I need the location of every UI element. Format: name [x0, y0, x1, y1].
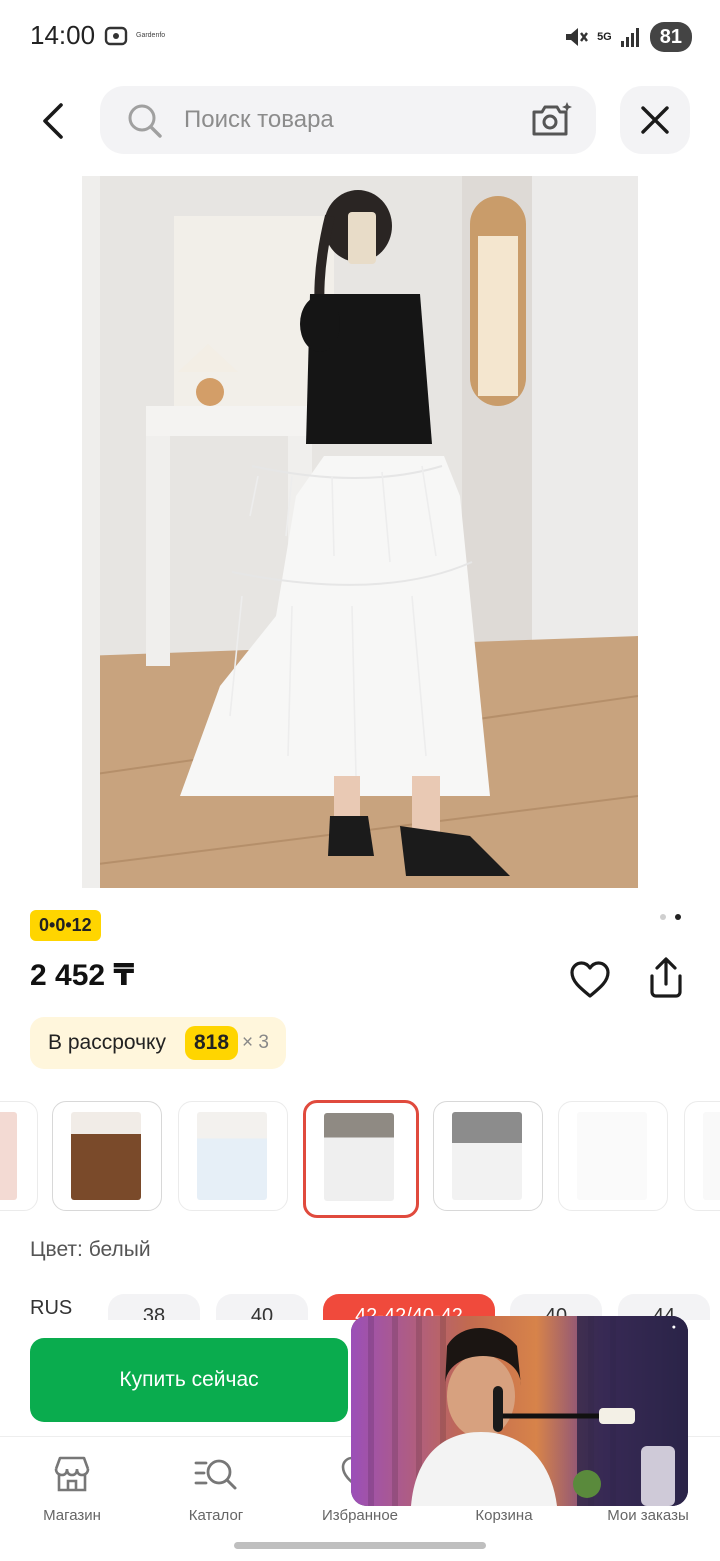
installment-offer[interactable]: В рассрочку 818 × 3 [30, 1017, 286, 1069]
variant-image [452, 1112, 522, 1200]
nav-label: Магазин [43, 1507, 101, 1524]
variant-image [0, 1112, 17, 1200]
product-photo [82, 176, 638, 888]
status-app-label: Gardenfo [136, 32, 166, 39]
size-system-label: RUS [30, 1297, 73, 1319]
video-frame [351, 1316, 688, 1506]
home-indicator[interactable] [234, 1542, 486, 1549]
selected-color-label: Цвет: белый [30, 1238, 151, 1261]
search-input[interactable]: Поиск товара [184, 106, 334, 134]
color-variant-thumb[interactable] [558, 1101, 668, 1211]
mute-icon [566, 28, 589, 46]
heart-icon[interactable] [568, 958, 612, 1002]
installment-label: В рассрочку [48, 1031, 166, 1054]
color-variant-thumb[interactable] [684, 1101, 720, 1211]
color-variant-thumb[interactable] [52, 1101, 162, 1211]
variant-image [703, 1112, 720, 1200]
close-button[interactable] [620, 86, 690, 154]
size-option[interactable]: 38 [108, 1294, 200, 1320]
status-indicators: 5G 81 [563, 22, 692, 52]
share-icon[interactable] [644, 956, 688, 1000]
product-main-image[interactable] [82, 176, 638, 888]
nav-label: Избранное [321, 1507, 399, 1524]
color-variant-thumb[interactable] [0, 1101, 38, 1211]
color-variant-thumb-selected[interactable] [303, 1100, 419, 1218]
close-icon [641, 106, 669, 134]
product-price: 2 452 ₸ [30, 959, 135, 992]
installment-amount: 818 [185, 1026, 239, 1060]
color-variant-thumb[interactable] [433, 1101, 543, 1211]
signal-icon [620, 28, 639, 47]
nav-catalog[interactable]: Каталог [151, 1453, 281, 1524]
camera-icon[interactable] [530, 100, 574, 140]
network-type: 5G [597, 30, 612, 43]
variant-image [197, 1112, 267, 1200]
screenshot-icon [104, 26, 128, 46]
nav-label: Корзина [475, 1507, 533, 1524]
back-icon [43, 103, 63, 139]
gallery-dot-1 [660, 914, 666, 920]
store-icon [54, 1456, 90, 1492]
size-option[interactable]: 40 [216, 1294, 308, 1320]
promo-badge: 0•0•12 [30, 910, 101, 941]
nav-label: Каталог [188, 1507, 244, 1524]
back-button[interactable] [30, 96, 78, 146]
variant-image [71, 1112, 141, 1200]
gallery-dot-2 [675, 914, 681, 920]
search-icon [128, 104, 162, 138]
variant-image [577, 1112, 647, 1200]
color-variant-thumb[interactable] [178, 1101, 288, 1211]
nav-label: Мои заказы [607, 1507, 689, 1524]
nav-store[interactable]: Магазин [7, 1453, 137, 1524]
live-video-overlay[interactable]: ● [351, 1316, 688, 1506]
buy-now-button[interactable]: Купить сейчас [30, 1338, 348, 1422]
search-bar[interactable]: Поиск товара [100, 86, 596, 154]
catalog-icon [194, 1459, 237, 1490]
battery-level: 81 [649, 22, 692, 52]
installment-multiplier: × 3 [242, 1032, 269, 1053]
status-time: 14:00 [30, 20, 96, 50]
variant-image [324, 1113, 394, 1201]
video-channel-logo: ● [671, 1324, 676, 1331]
